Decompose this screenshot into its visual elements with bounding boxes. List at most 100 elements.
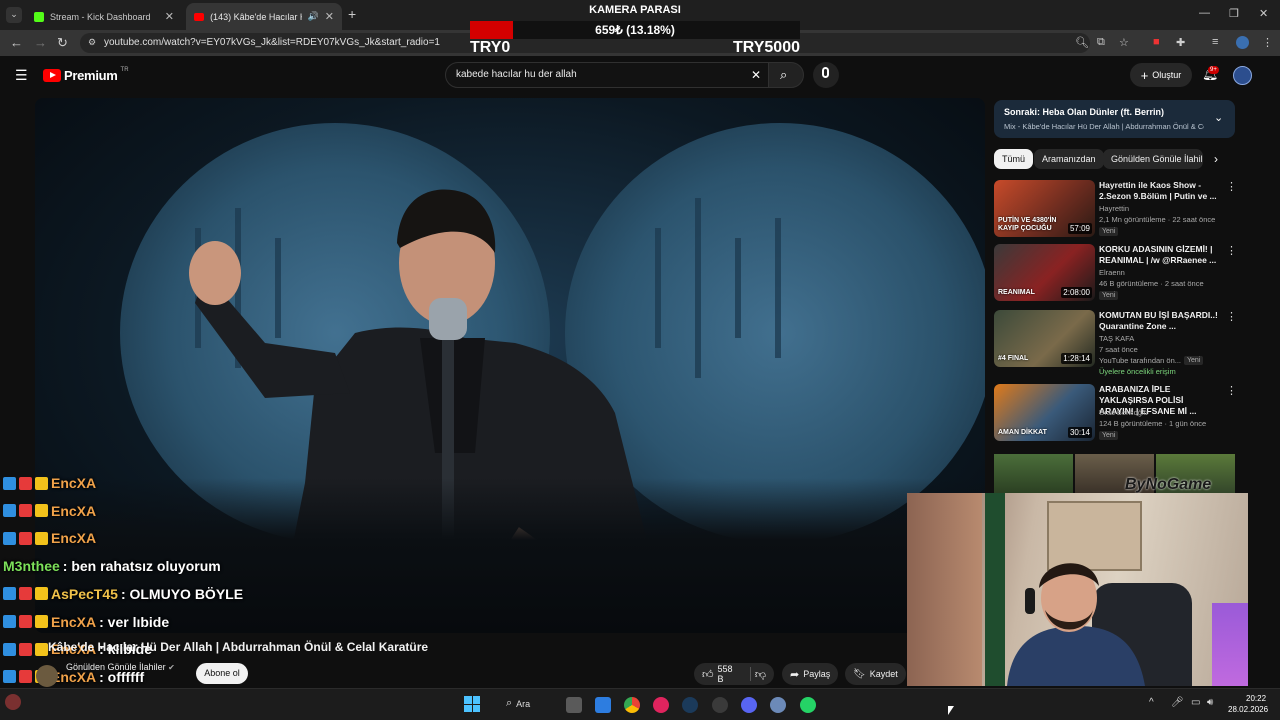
- taskbar-search-label: Ara: [516, 698, 531, 709]
- rec-channel[interactable]: Uras Benlioğlu: [1099, 408, 1148, 417]
- thumbs-up-icon: 👍︎: [702, 668, 714, 681]
- more-options-icon[interactable]: ⋮: [1226, 310, 1237, 323]
- restore-button[interactable]: ❐: [1229, 7, 1239, 20]
- up-next-title: Sonraki: Heba Olan Dünler (ft. Berrin): [1004, 107, 1165, 117]
- reading-list-icon[interactable]: ≡: [1212, 36, 1218, 48]
- close-window-button[interactable]: ✕: [1259, 7, 1268, 20]
- chat-badge-icon: [19, 587, 32, 601]
- voice-search-button[interactable]: [813, 62, 839, 88]
- tab-kick-dashboard[interactable]: Stream - Kick Dashboard ✕: [26, 3, 182, 30]
- chip-all[interactable]: Tümü: [994, 149, 1034, 169]
- reload-icon[interactable]: ↻: [57, 35, 68, 51]
- chat-badge-icon: [3, 587, 16, 601]
- rec-channel[interactable]: Hayrettin: [1099, 204, 1129, 213]
- rec-title[interactable]: KOMUTAN BU İŞİ BAŞARDI..! Quarantine Zon…: [1099, 310, 1219, 332]
- profile-icon[interactable]: [1236, 36, 1249, 49]
- close-tab-icon[interactable]: ✕: [325, 10, 334, 23]
- close-tab-icon[interactable]: ✕: [165, 10, 174, 23]
- clear-search-icon[interactable]: ✕: [751, 68, 761, 82]
- watermark-text: ByNoGame: [1125, 476, 1212, 493]
- chip-from-search[interactable]: Aramanızdan: [1034, 149, 1104, 169]
- video-thumbnail[interactable]: REANIMAL 2:08:00: [994, 244, 1095, 301]
- goal-min-label: TRY0: [470, 39, 511, 56]
- recommendation-item[interactable]: PUTİN VE 4380'İN KAYIP ÇOCUĞU 57:09 Hayret…: [994, 180, 1239, 240]
- rec-meta: 7 saat önce: [1099, 345, 1138, 354]
- tab-search-icon[interactable]: ⌄: [6, 7, 22, 23]
- hamburger-menu-icon[interactable]: ☰: [15, 67, 28, 84]
- account-avatar[interactable]: [1233, 66, 1252, 85]
- thumbs-down-icon[interactable]: 👎︎: [755, 668, 766, 681]
- site-info-icon[interactable]: ⚙: [88, 37, 96, 48]
- audio-icon[interactable]: 🔊: [308, 11, 319, 22]
- video-player[interactable]: [35, 98, 985, 633]
- rec-channel[interactable]: Elraenn: [1099, 268, 1125, 277]
- forward-icon[interactable]: →: [34, 35, 47, 50]
- more-options-icon[interactable]: ⋮: [1226, 180, 1237, 193]
- chevron-down-icon[interactable]: ⌄: [1214, 111, 1223, 124]
- back-icon[interactable]: ←: [10, 35, 23, 50]
- minimize-button[interactable]: —: [1199, 7, 1210, 19]
- chat-text: : ben rahatsız oluyorum: [62, 558, 221, 575]
- volume-tray-icon[interactable]: 🔊︎: [1207, 697, 1213, 708]
- recommendation-item[interactable]: #4 FINAL 1:28:14 KOMUTAN BU İŞİ BAŞARDI..!…: [994, 310, 1239, 376]
- video-duration: 2:08:00: [1061, 287, 1092, 298]
- clock-time[interactable]: 20:22: [1246, 694, 1266, 703]
- gamepad-icon[interactable]: [712, 697, 728, 713]
- chip-channel[interactable]: Gönülden Gönüle İlahiler: [1103, 149, 1203, 169]
- search-query: kabede hacılar hu der allah: [456, 69, 577, 80]
- video-thumbnail[interactable]: #4 FINAL 1:28:14: [994, 310, 1095, 367]
- subscribe-button[interactable]: Abone ol: [196, 663, 248, 684]
- extensions-puzzle-icon[interactable]: ✚: [1176, 36, 1185, 49]
- discord-icon[interactable]: [741, 697, 757, 713]
- more-options-icon[interactable]: ⋮: [1226, 244, 1237, 257]
- display-tray-icon[interactable]: ▭: [1191, 697, 1200, 708]
- share-button[interactable]: ➦ Paylaş: [782, 663, 839, 685]
- search-input[interactable]: kabede hacılar hu der allah ✕: [445, 62, 770, 88]
- video-thumbnail[interactable]: AMAN DİKKAT 30:14: [994, 384, 1095, 441]
- steam-icon[interactable]: [682, 697, 698, 713]
- widgets-icon[interactable]: [5, 694, 21, 710]
- thumbnail-text: AMAN DİKKAT: [998, 429, 1047, 436]
- recommendation-item[interactable]: AMAN DİKKAT 30:14 ARABANIZA İPLE YAKLAŞIRS…: [994, 384, 1239, 444]
- thumbnail-text: #4 FINAL: [998, 355, 1029, 362]
- tab-youtube[interactable]: (143) Kâbe'de Hacılar Hü De 🔊 ✕: [186, 3, 342, 30]
- store-icon[interactable]: [595, 697, 611, 713]
- tray-chevron-icon[interactable]: ^: [1149, 697, 1154, 708]
- create-button[interactable]: + Oluştur: [1130, 63, 1192, 87]
- recommendation-item[interactable]: REANIMAL 2:08:00 KORKU ADASININ GİZEMİ! | …: [994, 244, 1239, 304]
- taskbar-search[interactable]: ⌕ Ara: [506, 697, 530, 710]
- like-button[interactable]: 👍︎ 558 B 👎︎: [694, 663, 774, 685]
- thumbnail-text: PUTİN VE 4380'İN KAYIP ÇOCUĞU: [998, 217, 1057, 232]
- task-view-icon[interactable]: [566, 697, 582, 713]
- video-thumbnail[interactable]: PUTİN VE 4380'İN KAYIP ÇOCUĞU 57:09: [994, 180, 1095, 237]
- media-player-icon[interactable]: [653, 697, 669, 713]
- new-tab-button[interactable]: +: [348, 6, 356, 22]
- zoom-icon[interactable]: 🔍︎: [1075, 36, 1089, 49]
- chat-message: EncXA: [3, 528, 99, 548]
- channel-avatar[interactable]: [36, 665, 58, 687]
- new-badge: Yeni: [1184, 356, 1204, 365]
- extension-icon[interactable]: ■: [1153, 36, 1160, 48]
- rec-title[interactable]: Hayrettin ile Kaos Show - 2.Sezon 9.Bölü…: [1099, 180, 1219, 202]
- mic-tray-icon[interactable]: 🎤︎: [1171, 697, 1184, 708]
- rec-title[interactable]: KORKU ADASININ GİZEMİ! | REANIMAL | /w @…: [1099, 244, 1219, 266]
- menu-dots-icon[interactable]: ⋮: [1262, 36, 1273, 49]
- bookmark-star-icon[interactable]: ☆: [1119, 36, 1129, 49]
- clock-date[interactable]: 28.02.2026: [1228, 705, 1268, 714]
- chrome-icon[interactable]: [624, 697, 640, 713]
- start-button[interactable]: [464, 696, 480, 712]
- thumbnail-text: REANIMAL: [998, 289, 1035, 296]
- youtube-logo[interactable]: Premium TR: [43, 67, 129, 83]
- search-button[interactable]: ⌕: [768, 62, 804, 88]
- rec-meta: 2,1 Mn görüntüleme · 22 saat önce: [1099, 215, 1216, 224]
- more-options-icon[interactable]: ⋮: [1226, 384, 1237, 397]
- install-icon[interactable]: ⧉: [1097, 36, 1105, 49]
- whatsapp-icon[interactable]: [800, 697, 816, 713]
- save-button[interactable]: 🔖︎ Kaydet: [845, 663, 906, 685]
- up-next-panel[interactable]: Sonraki: Heba Olan Dünler (ft. Berrin) M…: [994, 100, 1235, 138]
- rec-channel[interactable]: TAŞ KAFA: [1099, 334, 1134, 343]
- video-duration: 57:09: [1067, 223, 1092, 234]
- chevron-right-icon[interactable]: ›: [1214, 152, 1218, 166]
- channel-name[interactable]: Gönülden Gönüle İlahiler ✔: [66, 662, 175, 672]
- obs-icon[interactable]: [770, 697, 786, 713]
